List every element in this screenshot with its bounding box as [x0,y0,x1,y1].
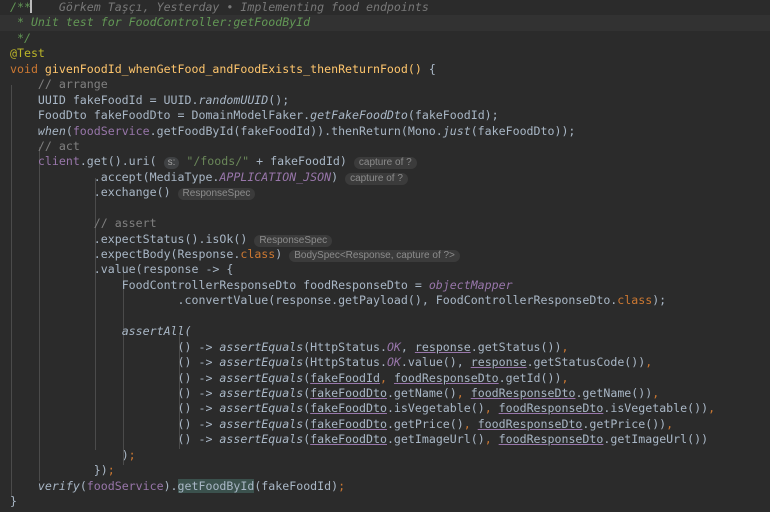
code-line-17[interactable]: .expectBody(Response.class) BodySpec<Res… [0,247,770,262]
code-line-25[interactable]: () -> assertEquals(fakeFoodId, foodRespo… [0,371,770,386]
code-line-32[interactable]: verify(foodService).getFoodById(fakeFood… [0,478,770,494]
comment-arrange: // arrange [37,77,108,92]
code-line-21[interactable] [0,309,770,324]
inlay-hint-capture-of-2[interactable]: capture of ? [345,172,408,185]
code-line-23[interactable]: () -> assertEquals(HttpStatus.OK, respon… [0,340,770,355]
annotation-test: @Test [10,46,45,61]
javadoc-body: * Unit test for FoodController:getFoodBy… [10,15,311,30]
code-editor[interactable]: /** Görkem Taşçı, Yesterday • Implementi… [0,0,770,512]
code-line-8[interactable]: FoodDto fakeFoodDto = DomainModelFaker.g… [0,108,770,123]
vcs-blame-text: Görkem Taşçı, Yesterday • Implementing f… [58,0,429,14]
javadoc-close: */ [10,30,31,45]
assert-all-call: assertAll( [121,324,192,339]
code-line-10[interactable]: // act [0,139,770,154]
inlay-hint-capture-of-1[interactable]: capture of ? [353,157,417,170]
code-line-27[interactable]: () -> assertEquals(fakeFoodDto.isVegetab… [0,401,770,416]
code-line-30[interactable]: ); [0,448,770,463]
code-line-13[interactable]: .exchange() ResponseSpec [0,185,770,201]
code-line-16[interactable]: .expectStatus().isOk() ResponseSpec [0,232,770,247]
code-line-1[interactable]: /** Görkem Taşçı, Yesterday • Implementi… [0,0,770,15]
code-line-31[interactable]: }); [0,463,770,478]
method-name: givenFoodId_whenGetFood_andFoodExists_th… [44,61,422,76]
code-line-7[interactable]: UUID fakeFoodId = UUID.randomUUID(); [0,93,770,108]
inlay-hint-body-spec[interactable]: BodySpec<Response, capture of ?> [289,250,460,262]
highlighted-identifier[interactable]: getFoodById [177,478,255,493]
code-line-19[interactable]: FoodControllerResponseDto foodResponseDt… [0,278,770,293]
code-line-33[interactable]: } [0,494,770,509]
vcs-blame-annotation[interactable]: Görkem Taşçı, Yesterday • Implementing f… [31,0,429,14]
comment-assert: // assert [93,216,157,231]
code-line-28[interactable]: () -> assertEquals(fakeFoodDto.getPrice(… [0,417,770,432]
code-line-9[interactable]: when(foodService.getFoodById(fakeFoodId)… [0,124,770,139]
code-line-2[interactable]: * Unit test for FoodController:getFoodBy… [0,15,770,30]
code-lines: /** Görkem Taşçı, Yesterday • Implementi… [0,0,770,512]
code-line-18[interactable]: .value(response -> { [0,262,770,277]
code-line-14[interactable] [0,201,770,216]
code-line-12[interactable]: .accept(MediaType.APPLICATION_JSON) capt… [0,170,770,185]
open-brace: { [428,61,436,76]
code-line-5[interactable]: void givenFoodId_whenGetFood_andFoodExis… [0,62,770,77]
code-line-20[interactable]: .convertValue(response.getPayload(), Foo… [0,293,770,308]
code-line-4[interactable]: @Test [0,46,770,61]
code-line-26[interactable]: () -> assertEquals(fakeFoodDto.getName()… [0,386,770,401]
code-line-15[interactable]: // assert [0,216,770,231]
code-line-22[interactable]: assertAll( [0,324,770,339]
close-brace: } [10,494,17,508]
code-line-11[interactable]: client.get().uri( s: "/foods/" + fakeFoo… [0,154,770,170]
code-line-29[interactable]: () -> assertEquals(fakeFoodDto.getImageU… [0,432,770,447]
javadoc-open: /** [10,0,31,14]
code-line-6[interactable]: // arrange [0,77,770,92]
inlay-hint-response-spec-1[interactable]: ResponseSpec [177,188,256,201]
code-line-24[interactable]: () -> assertEquals(HttpStatus.OK.value()… [0,355,770,370]
comment-act: // act [37,138,80,153]
keyword-void: void [10,61,38,76]
code-line-3[interactable]: */ [0,31,770,46]
inlay-hint-response-spec-2[interactable]: ResponseSpec [254,234,333,247]
inlay-hint-parameter-s[interactable]: s: [163,157,180,170]
